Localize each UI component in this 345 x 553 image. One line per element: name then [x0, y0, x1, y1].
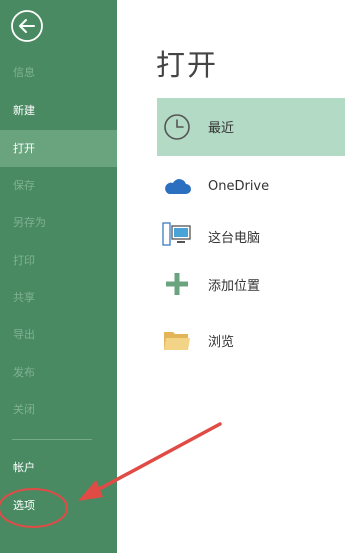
location-onedrive[interactable]: OneDrive — [157, 162, 345, 212]
nav-close[interactable]: 关闭 — [0, 391, 117, 428]
nav-account[interactable]: 帐户 — [0, 449, 117, 486]
page-title: 打开 — [156, 48, 219, 82]
nav-publish[interactable]: 发布 — [0, 354, 117, 391]
nav-save[interactable]: 保存 — [0, 167, 117, 204]
location-label: 这台电脑 — [208, 231, 261, 246]
back-arrow-icon — [11, 10, 43, 42]
open-pane: 打开 最近 OneDrive 这台电脑 添加位置 浏览 — [117, 0, 345, 553]
location-label: 最近 — [208, 121, 235, 136]
location-browse[interactable]: 浏览 — [157, 315, 345, 365]
location-label: 浏览 — [208, 335, 235, 350]
location-label: OneDrive — [208, 179, 270, 194]
nav-options[interactable]: 选项 — [0, 487, 117, 524]
cloud-icon — [165, 179, 191, 194]
nav-export[interactable]: 导出 — [0, 316, 117, 353]
location-this-pc[interactable]: 这台电脑 — [157, 210, 345, 260]
location-label: 添加位置 — [208, 279, 261, 294]
nav-save-as[interactable]: 另存为 — [0, 204, 117, 241]
nav-new[interactable]: 新建 — [0, 92, 117, 129]
location-recent[interactable]: 最近 — [157, 98, 345, 156]
plus-icon — [166, 273, 188, 295]
back-button[interactable] — [10, 9, 44, 43]
clock-icon — [164, 114, 190, 140]
location-add-place[interactable]: 添加位置 — [157, 259, 345, 309]
nav-share[interactable]: 共享 — [0, 279, 117, 316]
nav-open[interactable]: 打开 — [0, 130, 117, 167]
backstage-sidebar: 信息 新建 打开 保存 另存为 打印 共享 导出 发布 关闭 帐户 选项 — [0, 0, 117, 553]
folder-icon — [164, 332, 190, 350]
nav-info[interactable]: 信息 — [0, 54, 117, 91]
nav-print[interactable]: 打印 — [0, 242, 117, 279]
sidebar-divider — [12, 439, 92, 440]
computer-icon — [162, 222, 191, 246]
